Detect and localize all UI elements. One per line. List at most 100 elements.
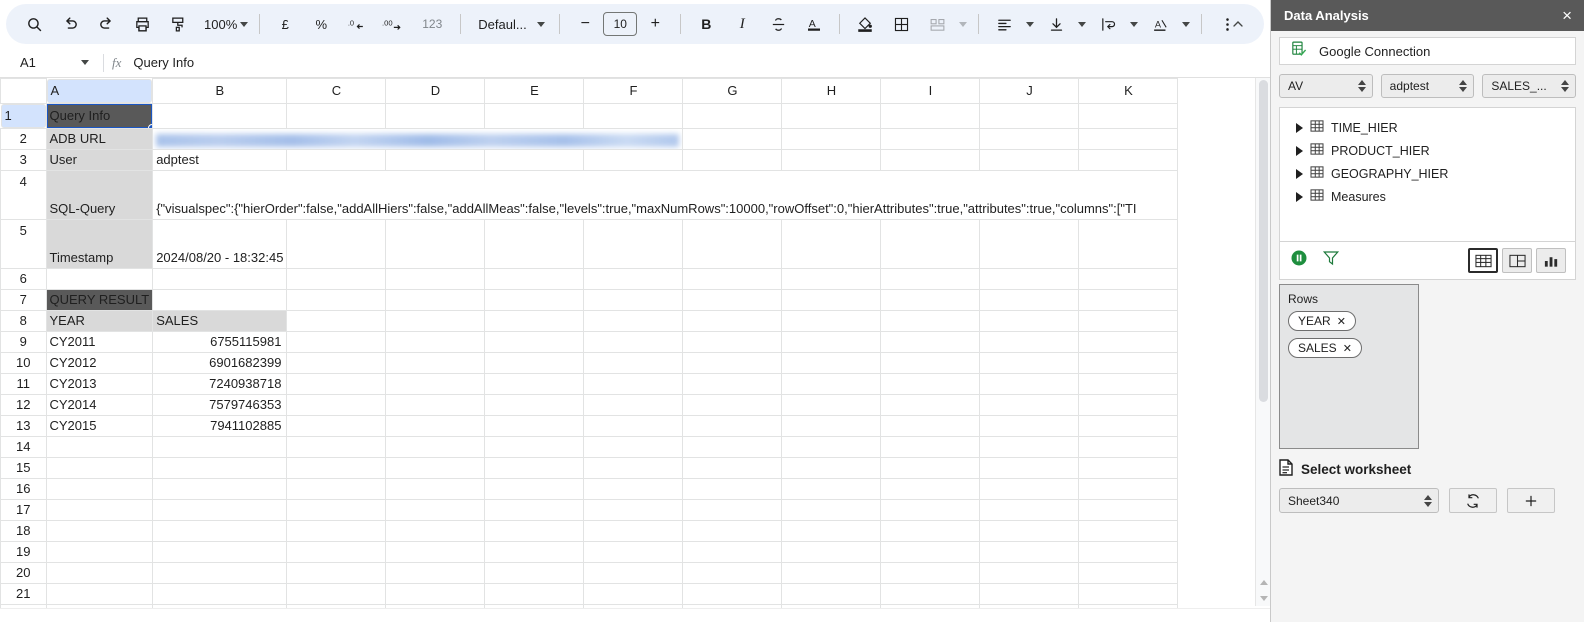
cell-G21[interactable]	[683, 583, 782, 604]
connection-row[interactable]: Google Connection	[1279, 37, 1576, 65]
print-icon[interactable]	[127, 9, 157, 39]
cell-G19[interactable]	[683, 541, 782, 562]
cell-J13[interactable]	[980, 415, 1079, 436]
cell-B13[interactable]: 7941102885	[153, 415, 287, 436]
cell-F9[interactable]	[584, 331, 683, 352]
cell-K16[interactable]	[1079, 478, 1178, 499]
cell-K20[interactable]	[1079, 562, 1178, 583]
tree-item-measures[interactable]: Measures	[1280, 185, 1575, 208]
row-header-8[interactable]: 8	[1, 310, 47, 331]
scroll-down-arrow-icon[interactable]	[1256, 590, 1271, 606]
cell-C5[interactable]	[287, 219, 386, 268]
cell-K10[interactable]	[1079, 352, 1178, 373]
cell-A14[interactable]	[46, 436, 153, 457]
text-wrap-icon[interactable]	[1093, 9, 1123, 39]
cell-F5[interactable]	[584, 219, 683, 268]
cell-J1[interactable]	[980, 103, 1079, 128]
italic-button[interactable]: I	[727, 9, 757, 39]
column-header-G[interactable]: G	[683, 79, 782, 104]
cell-A3[interactable]: User	[46, 149, 153, 170]
cell-D15[interactable]	[386, 457, 485, 478]
cell-F21[interactable]	[584, 583, 683, 604]
column-header-H[interactable]: H	[782, 79, 881, 104]
cell-J18[interactable]	[980, 520, 1079, 541]
cell-H6[interactable]	[782, 268, 881, 289]
cell-K6[interactable]	[1079, 268, 1178, 289]
cell-F20[interactable]	[584, 562, 683, 583]
cell-B16[interactable]	[153, 478, 287, 499]
cell-A16[interactable]	[46, 478, 153, 499]
bold-button[interactable]: B	[691, 9, 721, 39]
cell-D1[interactable]	[386, 103, 485, 128]
cell-J16[interactable]	[980, 478, 1079, 499]
cell-J21[interactable]	[980, 583, 1079, 604]
cell-J12[interactable]	[980, 394, 1079, 415]
text-rotation-icon[interactable]: A	[1145, 9, 1175, 39]
merge-cells-icon[interactable]	[922, 9, 952, 39]
filter-icon[interactable]	[1322, 249, 1340, 272]
strikethrough-button[interactable]	[763, 9, 793, 39]
cell-B4-sql-query[interactable]: {"visualspec":{"hierOrder":false,"addAll…	[153, 170, 1178, 219]
cell-A15[interactable]	[46, 457, 153, 478]
cell-J14[interactable]	[980, 436, 1079, 457]
schema-select[interactable]: AV	[1279, 74, 1373, 98]
cell-F14[interactable]	[584, 436, 683, 457]
cell-C7[interactable]	[287, 289, 386, 310]
column-header-K[interactable]: K	[1079, 79, 1178, 104]
cell-A12[interactable]: CY2014	[46, 394, 153, 415]
cell-D9[interactable]	[386, 331, 485, 352]
cell-H16[interactable]	[782, 478, 881, 499]
cell-K15[interactable]	[1079, 457, 1178, 478]
chip-sales[interactable]: SALES ✕	[1288, 338, 1362, 358]
column-header-A[interactable]: A	[47, 79, 153, 103]
cell-J6[interactable]	[980, 268, 1079, 289]
cell-B11[interactable]: 7240938718	[153, 373, 287, 394]
cell-D7[interactable]	[386, 289, 485, 310]
cell-I2[interactable]	[881, 128, 980, 149]
collapse-toolbar-icon[interactable]	[1224, 10, 1252, 38]
cell-I12[interactable]	[881, 394, 980, 415]
row-header-20[interactable]: 20	[1, 562, 47, 583]
horizontal-scrollbar[interactable]	[0, 608, 1270, 622]
cell-A9[interactable]: CY2011	[46, 331, 153, 352]
cell-I17[interactable]	[881, 499, 980, 520]
cell-C13[interactable]	[287, 415, 386, 436]
cube-select[interactable]: SALES_...	[1482, 74, 1576, 98]
cell-K14[interactable]	[1079, 436, 1178, 457]
cell-J19[interactable]	[980, 541, 1079, 562]
cell-I6[interactable]	[881, 268, 980, 289]
add-worksheet-button[interactable]	[1507, 488, 1555, 513]
select-all-corner[interactable]	[1, 79, 47, 104]
cell-D16[interactable]	[386, 478, 485, 499]
cell-D20[interactable]	[386, 562, 485, 583]
row-header-6[interactable]: 6	[1, 268, 47, 289]
split-view-icon[interactable]	[1502, 248, 1532, 273]
cell-A6[interactable]	[46, 268, 153, 289]
row-header-5[interactable]: 5	[1, 219, 47, 268]
remove-icon[interactable]: ✕	[1337, 315, 1346, 328]
close-icon[interactable]: ×	[1560, 7, 1574, 24]
undo-icon[interactable]	[55, 9, 85, 39]
cell-C9[interactable]	[287, 331, 386, 352]
refresh-icon[interactable]	[1449, 488, 1497, 513]
cell-B20[interactable]	[153, 562, 287, 583]
cell-C21[interactable]	[287, 583, 386, 604]
cell-H7[interactable]	[782, 289, 881, 310]
cell-C18[interactable]	[287, 520, 386, 541]
cell-B18[interactable]	[153, 520, 287, 541]
row-header-17[interactable]: 17	[1, 499, 47, 520]
cell-G12[interactable]	[683, 394, 782, 415]
valign-chevron-down-icon[interactable]	[1075, 9, 1089, 39]
cell-J15[interactable]	[980, 457, 1079, 478]
cell-G15[interactable]	[683, 457, 782, 478]
cell-J7[interactable]	[980, 289, 1079, 310]
row-header-14[interactable]: 14	[1, 436, 47, 457]
chart-view-icon[interactable]	[1536, 248, 1566, 273]
cell-D3[interactable]	[386, 149, 485, 170]
cell-D14[interactable]	[386, 436, 485, 457]
cell-D6[interactable]	[386, 268, 485, 289]
cell-K13[interactable]	[1079, 415, 1178, 436]
cell-C14[interactable]	[287, 436, 386, 457]
cell-G1[interactable]	[683, 103, 782, 128]
cell-G3[interactable]	[683, 149, 782, 170]
